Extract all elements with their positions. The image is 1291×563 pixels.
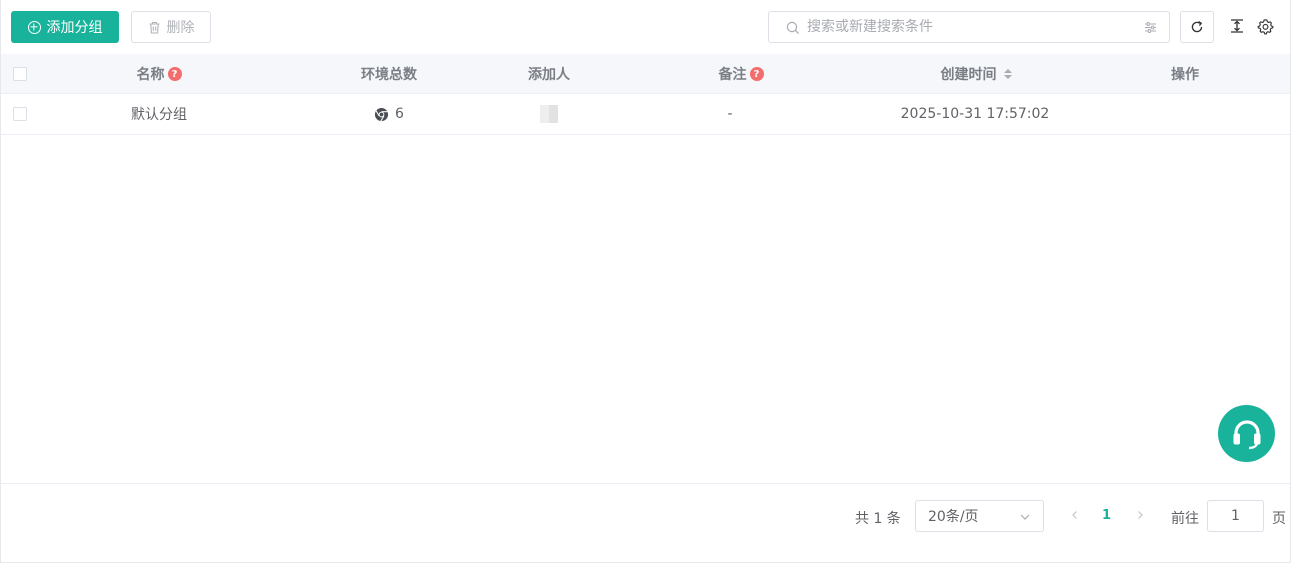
search-box[interactable] — [768, 11, 1170, 43]
goto-page-input[interactable] — [1207, 500, 1264, 532]
cell-remark: - — [641, 94, 819, 134]
column-added-by-label: 添加人 — [528, 67, 570, 83]
page-number-current[interactable]: 1 — [1102, 508, 1111, 523]
table-header: 名称 ? 环境总数 添加人 备注 ? 创建时间 操作 — [1, 54, 1290, 94]
prev-page-icon[interactable] — [1068, 508, 1082, 522]
page-size-select[interactable]: 20条/页 — [915, 500, 1044, 532]
column-created-time-label: 创建时间 — [940, 67, 997, 83]
headset-icon — [1233, 419, 1260, 449]
refresh-icon — [1191, 21, 1203, 33]
row-checkbox-cell — [12, 94, 28, 134]
chrome-icon — [374, 107, 389, 121]
column-name: 名称 ? — [69, 54, 249, 94]
add-group-label: 添加分组 — [46, 20, 103, 36]
cell-actions — [1111, 94, 1259, 134]
remark-value: - — [727, 106, 733, 122]
select-all-checkbox-cell — [12, 54, 28, 94]
toolbar: 添加分组 删除 — [0, 0, 1291, 54]
avatar — [540, 105, 558, 123]
total-count: 共 1 条 — [855, 511, 901, 527]
help-icon[interactable]: ? — [167, 67, 182, 81]
column-remark-label: 备注 — [718, 67, 747, 83]
column-name-label: 名称 — [136, 67, 165, 83]
column-env-total-label: 环境总数 — [361, 67, 417, 83]
column-env-total: 环境总数 — [301, 54, 477, 94]
group-name: 默认分组 — [131, 107, 187, 123]
column-height-icon[interactable] — [1229, 18, 1245, 34]
row-checkbox[interactable] — [13, 107, 27, 121]
cell-name: 默认分组 — [69, 94, 249, 134]
trash-icon — [149, 21, 159, 34]
column-added-by: 添加人 — [477, 54, 621, 94]
table-row: 默认分组 6 - 2025-10-31 17:57:02 — [1, 94, 1290, 135]
add-group-button[interactable]: 添加分组 — [11, 11, 119, 43]
cell-created-time: 2025-10-31 17:57:02 — [881, 94, 1069, 134]
support-button[interactable] — [1218, 405, 1275, 462]
column-created-time[interactable]: 创建时间 — [881, 54, 1071, 94]
gear-icon[interactable] — [1257, 18, 1274, 35]
pagination: 共 1 条 20条/页 1 前往 页 — [1, 483, 1290, 563]
select-all-checkbox[interactable] — [13, 67, 27, 81]
next-page-icon[interactable] — [1133, 508, 1147, 522]
column-actions-label: 操作 — [1171, 67, 1199, 83]
sort-caret-icon[interactable] — [1003, 69, 1012, 79]
goto-label: 前往 — [1171, 511, 1199, 527]
delete-button[interactable]: 删除 — [131, 11, 211, 43]
help-icon[interactable]: ? — [749, 67, 764, 81]
sliders-icon[interactable] — [1144, 21, 1157, 34]
delete-label: 删除 — [166, 20, 195, 36]
page-size-value: 20条/页 — [928, 509, 979, 525]
cell-added-by — [477, 94, 621, 134]
search-input[interactable] — [807, 12, 1137, 42]
created-time-value: 2025-10-31 17:57:02 — [900, 106, 1050, 122]
page-suffix-label: 页 — [1272, 511, 1286, 527]
cell-env-total: 6 — [301, 94, 477, 134]
column-actions: 操作 — [1111, 54, 1259, 94]
column-remark: 备注 ? — [641, 54, 841, 94]
refresh-button[interactable] — [1180, 11, 1214, 43]
env-total-value: 6 — [395, 106, 404, 122]
chevron-down-icon — [1020, 514, 1030, 520]
plus-circle-icon — [27, 20, 41, 34]
search-icon — [786, 21, 800, 35]
